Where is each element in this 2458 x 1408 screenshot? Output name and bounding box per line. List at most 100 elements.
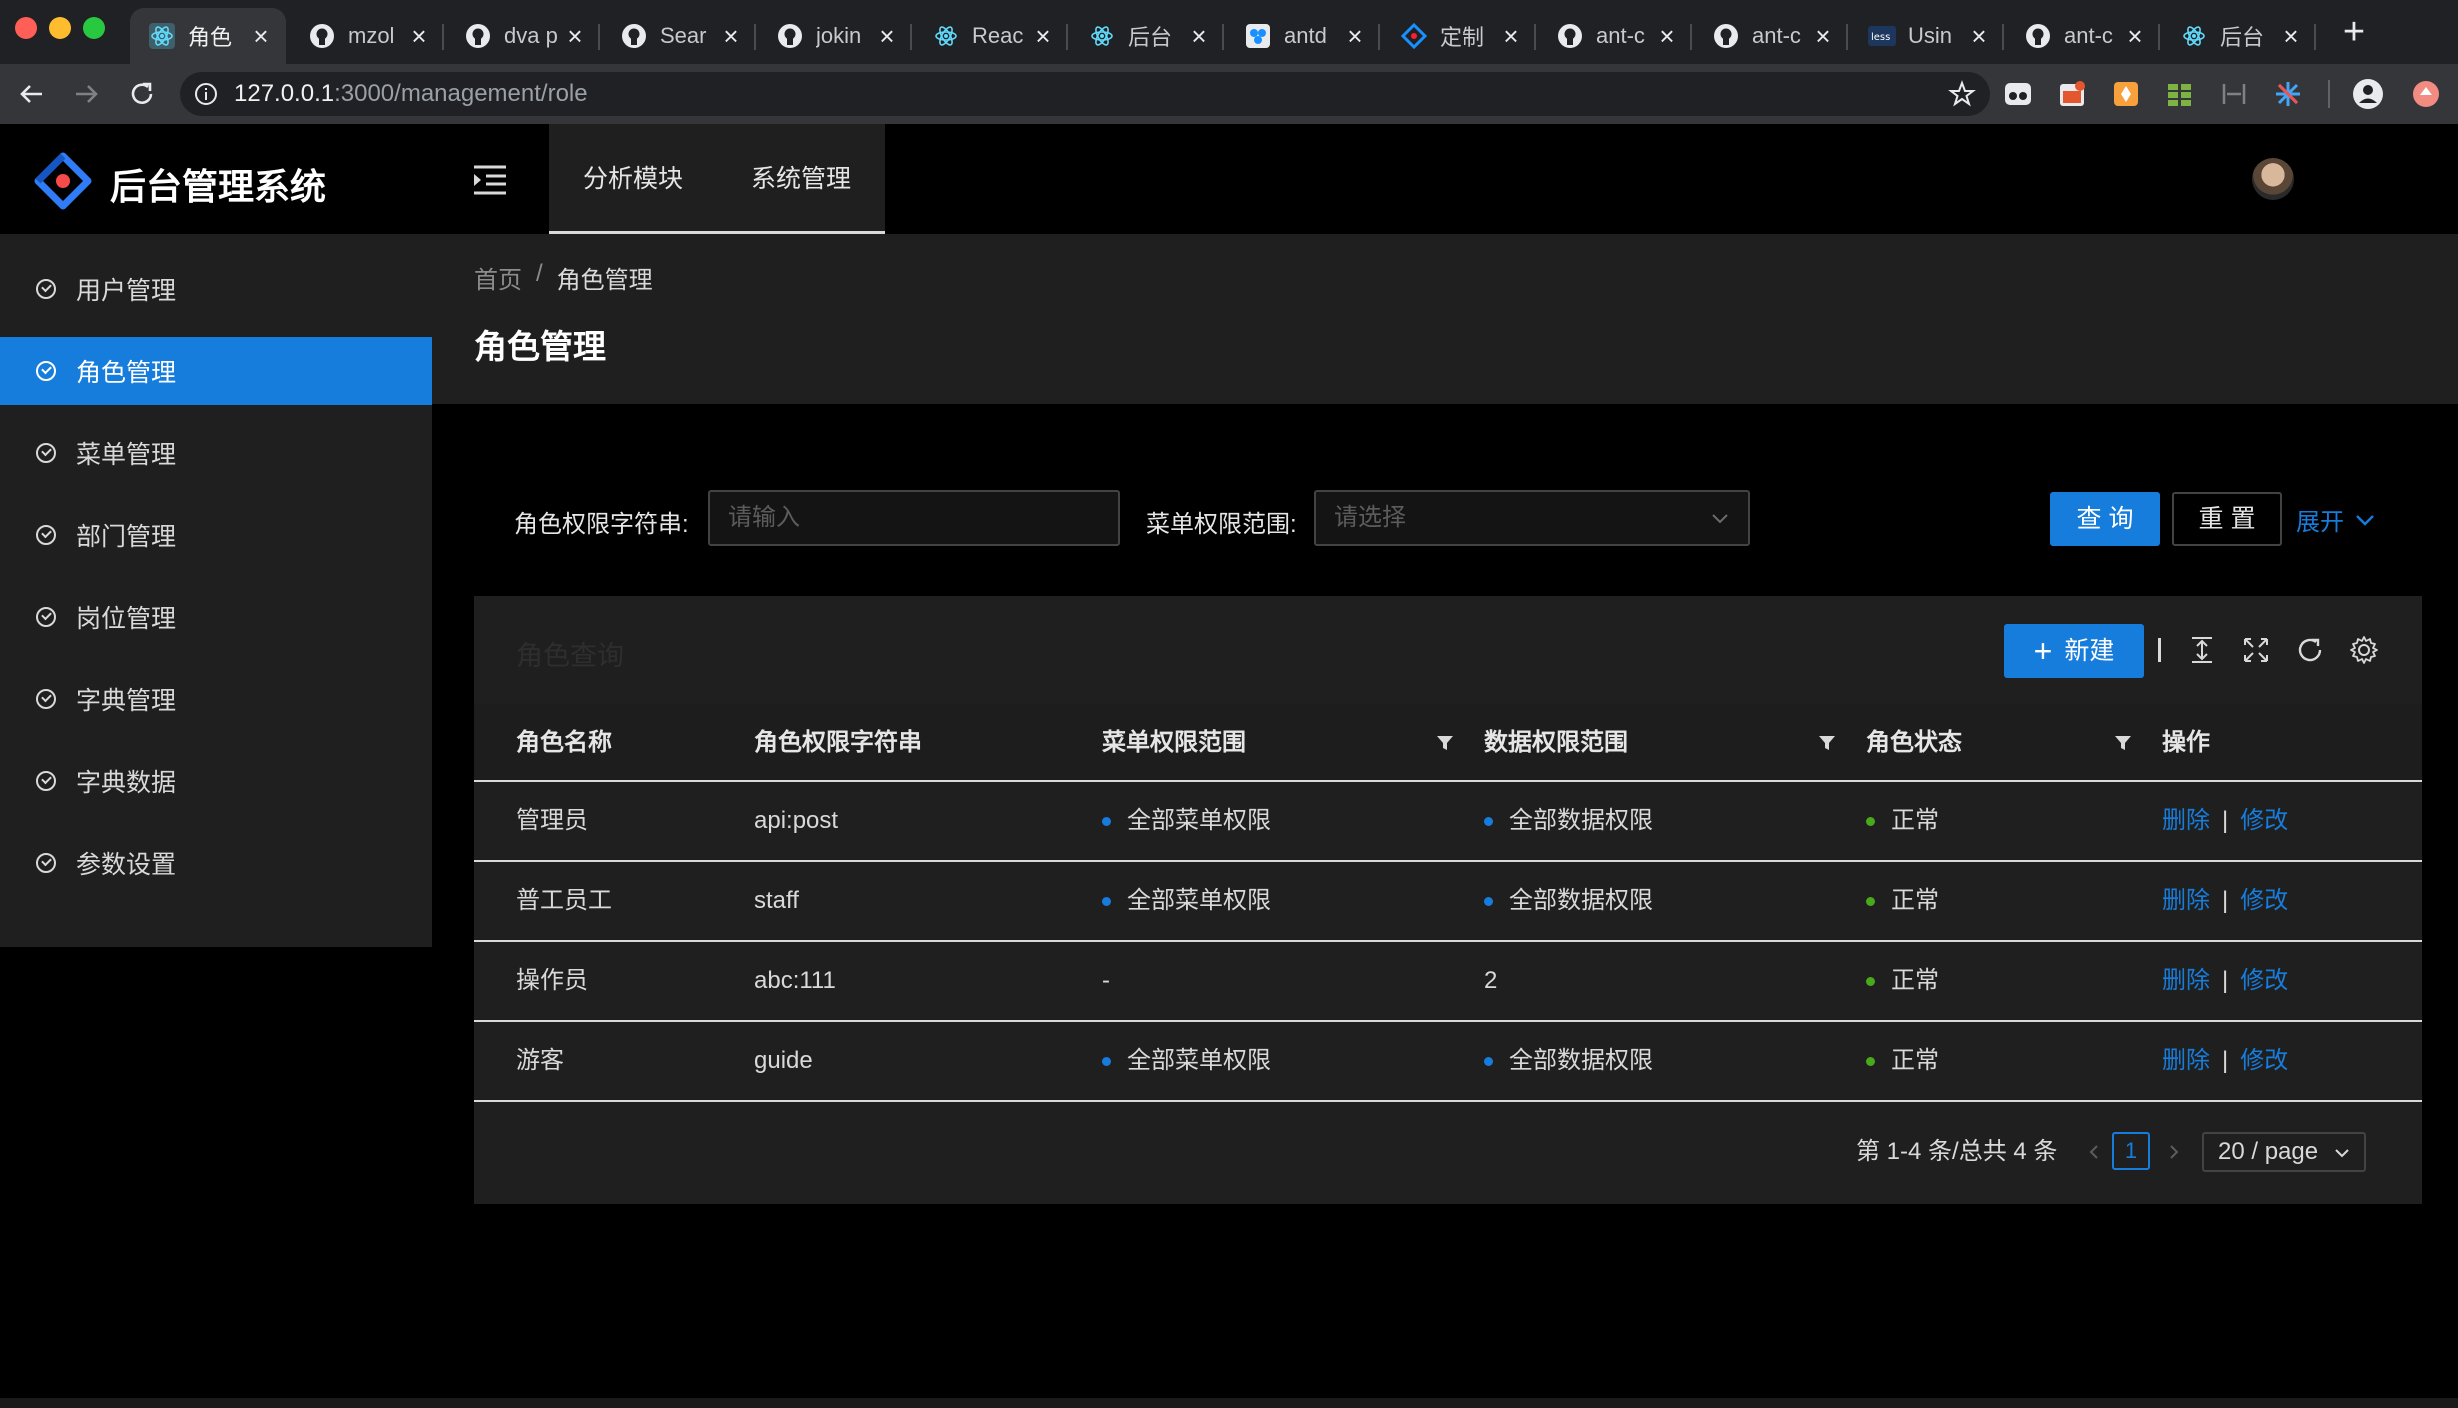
window-zoom-button[interactable] [83, 17, 105, 39]
browser-tab[interactable]: antd × [1226, 8, 1380, 64]
close-icon[interactable]: × [1966, 21, 1992, 51]
close-icon[interactable]: × [2278, 21, 2304, 51]
extension-grid-icon[interactable] [2164, 78, 2196, 110]
column-height-icon[interactable] [2186, 634, 2218, 666]
page-size-select[interactable]: 20 / page [2202, 1132, 2366, 1172]
cell-data-scope: 全部数据权限 [1484, 1022, 1653, 1100]
window-minimize-button[interactable] [49, 17, 71, 39]
menu-fold-icon[interactable] [470, 162, 510, 198]
edit-link[interactable]: 修改 [2240, 942, 2288, 1020]
role-key-input[interactable]: 请输入 [708, 490, 1120, 546]
fullscreen-icon[interactable] [2240, 634, 2272, 666]
reset-button[interactable]: 重 置 [2172, 492, 2282, 546]
close-icon[interactable]: × [718, 21, 744, 51]
browser-tab[interactable]: jokin × [758, 8, 912, 64]
page-number-current[interactable]: 1 [2112, 1132, 2150, 1170]
filter-icon[interactable] [1436, 734, 1454, 752]
back-button[interactable] [12, 74, 52, 114]
sidebar-item-label: 用户管理 [76, 277, 177, 305]
filter-icon[interactable] [2114, 734, 2132, 752]
browser-tab[interactable]: 定制 × [1382, 8, 1536, 64]
close-icon[interactable]: × [1810, 21, 1836, 51]
close-icon[interactable]: × [1342, 21, 1368, 51]
breadcrumb-home[interactable]: 首页 [474, 260, 522, 295]
browser-tab[interactable]: less Usin × [1850, 8, 2004, 64]
sidebar-item-roles[interactable]: 角色管理 [0, 337, 432, 405]
extension-bracket-icon[interactable] [2218, 78, 2250, 110]
add-role-button[interactable]: + 新建 [2004, 624, 2144, 678]
extension-star-icon[interactable] [2272, 78, 2304, 110]
close-icon[interactable]: × [562, 21, 588, 51]
close-icon[interactable]: × [248, 21, 274, 51]
chevron-left-icon[interactable] [2086, 1144, 2102, 1160]
cell-status: 正常 [1866, 1022, 1939, 1100]
menu-scope-text: 全部菜单权限 [1127, 807, 1271, 834]
extension-red-icon[interactable] [2056, 78, 2088, 110]
sidebar-item-menus[interactable]: 菜单管理 [0, 419, 432, 487]
close-icon[interactable]: × [2122, 21, 2148, 51]
close-icon[interactable]: × [1186, 21, 1212, 51]
delete-link[interactable]: 删除 [2162, 862, 2210, 940]
sidebar-item-params[interactable]: 参数设置 [0, 829, 432, 897]
query-button[interactable]: 查 询 [2050, 492, 2160, 546]
delete-link[interactable]: 删除 [2162, 1022, 2210, 1100]
browser-tab[interactable]: ant-c × [2006, 8, 2160, 64]
setting-icon[interactable] [2348, 634, 2380, 666]
delete-link[interactable]: 删除 [2162, 942, 2210, 1020]
cell-data-scope: 2 [1484, 967, 1498, 994]
sidebar-item-dictionary-data[interactable]: 字典数据 [0, 747, 432, 815]
expand-link[interactable]: 展开 [2296, 502, 2376, 537]
browser-tab[interactable]: ant-c × [1538, 8, 1692, 64]
reload-icon[interactable] [2294, 634, 2326, 666]
profile-icon[interactable] [2352, 78, 2384, 110]
window-close-button[interactable] [15, 17, 37, 39]
top-menu-system[interactable]: 系统管理 [717, 124, 885, 231]
extension-menu-icon[interactable] [2410, 78, 2442, 110]
sidebar-item-posts[interactable]: 岗位管理 [0, 583, 432, 651]
antd-logo-icon[interactable] [34, 152, 92, 210]
info-icon[interactable] [194, 82, 218, 106]
page-size-value: 20 / page [2218, 1138, 2319, 1165]
sidebar-item-users[interactable]: 用户管理 [0, 255, 432, 323]
close-icon[interactable]: × [874, 21, 900, 51]
tab-title: 定制 [1440, 25, 1485, 50]
browser-tab[interactable]: 角色 × [130, 8, 286, 64]
sidebar-item-dictionary[interactable]: 字典管理 [0, 665, 432, 733]
top-menu-analysis[interactable]: 分析模块 [549, 124, 717, 231]
chevron-right-icon[interactable] [2166, 1144, 2182, 1160]
browser-tab[interactable]: ant-c × [1694, 8, 1848, 64]
browser-tab[interactable]: 后台 × [1070, 8, 1224, 64]
check-circle-icon [36, 525, 56, 545]
extension-orange-icon[interactable] [2110, 78, 2142, 110]
browser-tab[interactable]: mzol × [290, 8, 444, 64]
reload-button[interactable] [122, 74, 162, 114]
status-dot [1866, 1056, 1875, 1066]
react-icon [1088, 22, 1116, 50]
avatar[interactable] [2252, 158, 2294, 200]
browser-tab[interactable]: dva p × [446, 8, 600, 64]
bookmark-star-icon[interactable] [1948, 80, 1976, 113]
browser-tab-bar: 角色 × mzol × dva p × Sear × jokin × Reac … [0, 0, 2458, 64]
menu-scope-select[interactable]: 请选择 [1314, 490, 1750, 546]
new-tab-button[interactable]: + [2334, 12, 2374, 52]
cell-actions: 删除 | 修改 [2162, 862, 2288, 940]
close-icon[interactable]: × [1030, 21, 1056, 51]
react-icon [932, 22, 960, 50]
close-icon[interactable]: × [1654, 21, 1680, 51]
extension-glasses-icon[interactable] [2002, 78, 2034, 110]
pagination-total: 第 1-4 条/总共 4 条 [1856, 1138, 2058, 1165]
sidebar-item-departments[interactable]: 部门管理 [0, 501, 432, 569]
address-bar[interactable]: 127.0.0.1:3000/management/role [180, 72, 1990, 116]
edit-link[interactable]: 修改 [2240, 782, 2288, 860]
edit-link[interactable]: 修改 [2240, 862, 2288, 940]
github-icon [1712, 22, 1740, 50]
browser-tab[interactable]: Sear × [602, 8, 756, 64]
close-icon[interactable]: × [406, 21, 432, 51]
forward-button[interactable] [66, 74, 106, 114]
filter-icon[interactable] [1818, 734, 1836, 752]
browser-tab[interactable]: Reac × [914, 8, 1068, 64]
close-icon[interactable]: × [1498, 21, 1524, 51]
browser-tab[interactable]: 后台 × [2162, 8, 2316, 64]
delete-link[interactable]: 删除 [2162, 782, 2210, 860]
edit-link[interactable]: 修改 [2240, 1022, 2288, 1100]
